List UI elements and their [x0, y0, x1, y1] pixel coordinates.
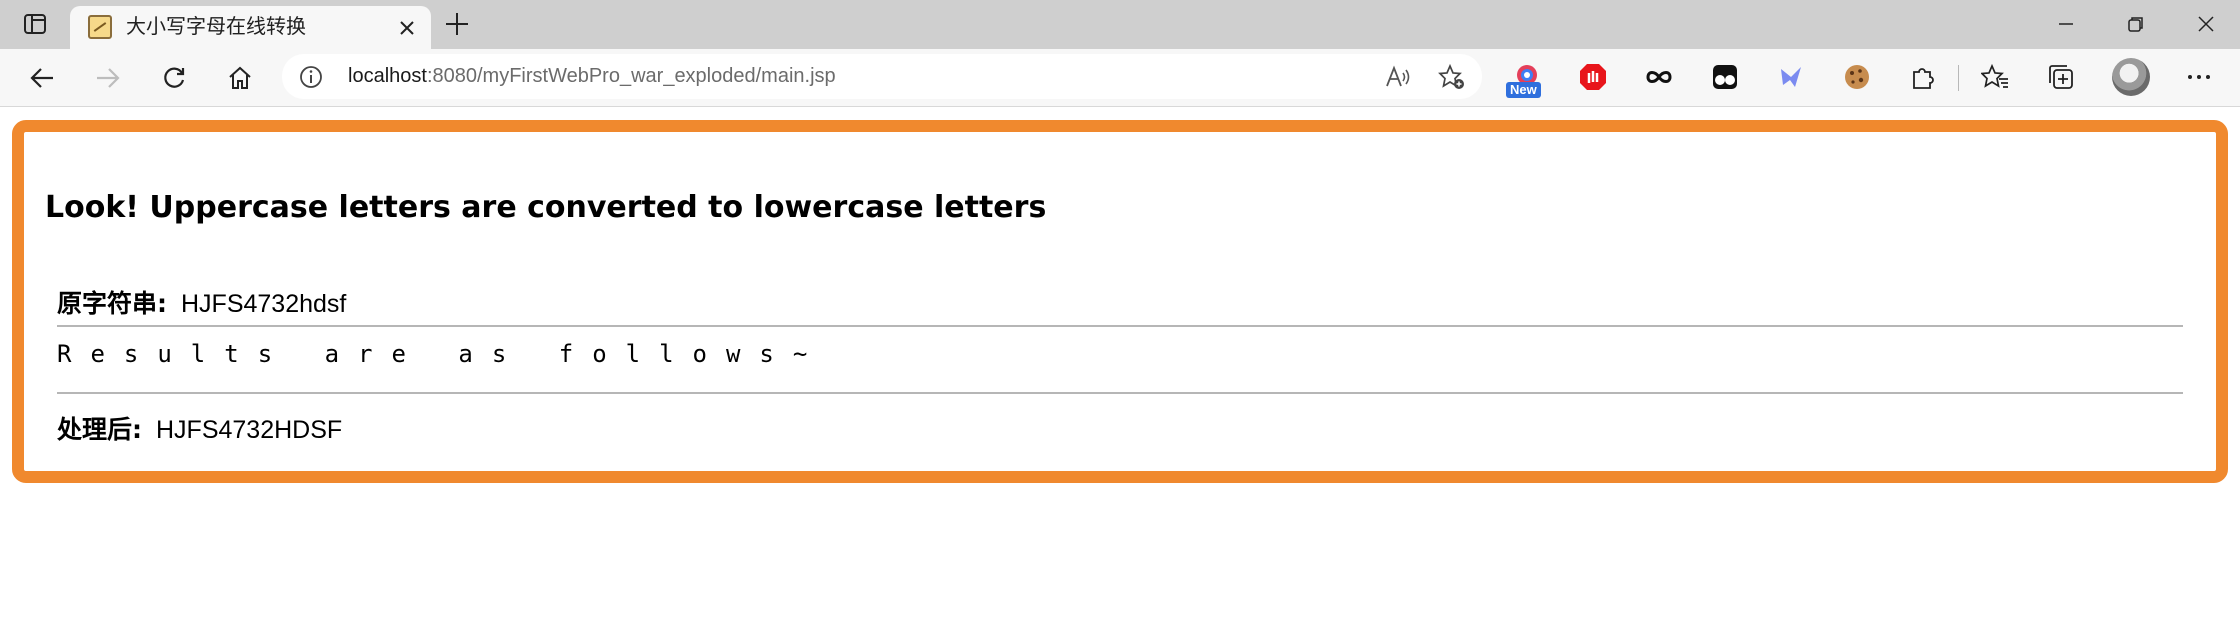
url-host: localhost: [348, 65, 427, 87]
tab-title: 大小写字母在线转换: [126, 16, 306, 38]
forward-arrow-icon[interactable]: [88, 58, 128, 98]
more-options-icon[interactable]: [2182, 60, 2216, 94]
new-tab-plus-icon[interactable]: [442, 9, 472, 39]
translate-extension-icon[interactable]: [1774, 60, 1808, 94]
original-string-row: 原字符串: HJFS4732hdsf: [57, 284, 346, 320]
close-tab-icon[interactable]: [395, 16, 419, 40]
profile-avatar[interactable]: [2112, 58, 2150, 96]
browser-toolbar: localhost:8080/myFirstWebPro_war_explode…: [0, 49, 2240, 107]
url-text[interactable]: localhost:8080/myFirstWebPro_war_explode…: [348, 54, 836, 99]
new-badge: New: [1506, 82, 1541, 98]
infinity-extension-icon[interactable]: [1642, 60, 1676, 94]
page-heading: Look! Uppercase letters are converted to…: [45, 190, 1047, 225]
tampermonkey-extension-icon[interactable]: [1708, 60, 1742, 94]
original-string-value: HJFS4732hdsf: [181, 290, 347, 318]
address-bar[interactable]: localhost:8080/myFirstWebPro_war_explode…: [282, 54, 1482, 99]
results-text: Results are as follows~: [57, 340, 827, 368]
processed-string-value: HJFS4732HDSF: [156, 416, 343, 444]
extensions-puzzle-icon[interactable]: [1906, 60, 1940, 94]
refresh-icon[interactable]: [154, 58, 194, 98]
processed-string-label: 处理后:: [57, 415, 142, 444]
home-icon[interactable]: [220, 58, 260, 98]
site-info-icon[interactable]: [298, 64, 324, 90]
url-path: :8080/myFirstWebPro_war_exploded/main.js…: [426, 65, 836, 87]
toolbar-separator: [1958, 65, 1959, 91]
page-favicon-icon: [88, 15, 112, 39]
add-favorite-icon[interactable]: [1438, 63, 1466, 91]
ad-block-extension-icon[interactable]: [1576, 60, 1610, 94]
restore-icon[interactable]: [2114, 8, 2158, 40]
processed-string-row: 处理后: HJFS4732HDSF: [57, 410, 342, 446]
browser-tab-active[interactable]: 大小写字母在线转换: [70, 6, 431, 49]
back-arrow-icon[interactable]: [22, 58, 62, 98]
read-aloud-icon[interactable]: [1384, 63, 1412, 91]
cookie-extension-icon[interactable]: [1840, 60, 1874, 94]
tab-actions-icon[interactable]: [14, 9, 56, 39]
close-window-icon[interactable]: [2184, 8, 2228, 40]
collections-icon[interactable]: [2044, 60, 2078, 94]
divider: [57, 325, 2183, 327]
browser-titlebar: 大小写字母在线转换: [0, 0, 2240, 49]
extension-new-icon[interactable]: New: [1506, 60, 1544, 98]
divider: [57, 392, 2183, 394]
favorites-icon[interactable]: [1978, 60, 2012, 94]
original-string-label: 原字符串:: [57, 289, 167, 318]
minimize-icon[interactable]: [2044, 8, 2088, 40]
